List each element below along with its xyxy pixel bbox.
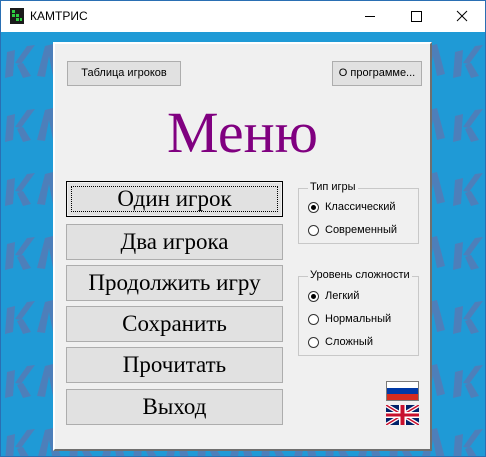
minimize-icon (365, 16, 375, 17)
game-type-modern-label: Современный (325, 224, 398, 236)
radio-button[interactable] (308, 314, 319, 325)
title-bar[interactable]: КАМТРИС (1, 1, 485, 31)
radio-button[interactable] (308, 225, 319, 236)
save-label: Сохранить (122, 311, 227, 336)
difficulty-easy-label: Легкий (325, 290, 360, 302)
players-table-label: Таблица игроков (81, 67, 167, 79)
radio-button[interactable] (308, 291, 319, 302)
load-button[interactable]: Прочитать (66, 347, 283, 383)
english-flag-icon[interactable] (386, 405, 419, 425)
one-player-button[interactable]: Один игрок (66, 181, 283, 217)
menu-panel: Таблица игроков О программе... Меню Один… (53, 42, 432, 451)
two-players-label: Два игрока (120, 229, 229, 254)
app-icon (10, 8, 24, 24)
radio-selected-dot (311, 294, 316, 299)
load-label: Прочитать (122, 352, 227, 377)
players-table-button[interactable]: Таблица игроков (67, 61, 181, 86)
continue-game-button[interactable]: Продолжить игру (66, 265, 283, 301)
radio-selected-dot (311, 205, 316, 210)
app-window: КАМТРИС Таблица игроков О программе... М… (0, 0, 486, 457)
one-player-label: Один игрок (117, 186, 232, 211)
continue-game-label: Продолжить игру (88, 270, 261, 295)
maximize-button[interactable] (393, 1, 439, 31)
minimize-button[interactable] (347, 1, 393, 31)
two-players-button[interactable]: Два игрока (66, 224, 283, 260)
difficulty-legend: Уровень сложности (308, 269, 412, 281)
exit-button[interactable]: Выход (66, 389, 283, 425)
radio-button[interactable] (308, 202, 319, 213)
difficulty-group: Уровень сложности Легкий Нормальный Слож… (298, 269, 419, 356)
close-icon (456, 10, 468, 22)
menu-title: Меню (167, 100, 318, 165)
window-title: КАМТРИС (30, 9, 88, 23)
radio-button[interactable] (308, 337, 319, 348)
game-type-group: Тип игры Классический Современный (298, 181, 419, 244)
close-button[interactable] (439, 1, 485, 31)
difficulty-hard-label: Сложный (325, 336, 373, 348)
game-type-classic-label: Классический (325, 201, 396, 213)
russian-flag-icon[interactable] (386, 381, 419, 401)
difficulty-normal-label: Нормальный (325, 313, 392, 325)
game-type-legend: Тип игры (308, 181, 358, 193)
exit-label: Выход (142, 394, 207, 419)
about-button[interactable]: О программе... (332, 61, 422, 86)
client-area: Таблица игроков О программе... Меню Один… (1, 32, 485, 456)
about-label: О программе... (338, 67, 416, 79)
save-button[interactable]: Сохранить (66, 306, 283, 342)
maximize-icon (411, 11, 422, 22)
